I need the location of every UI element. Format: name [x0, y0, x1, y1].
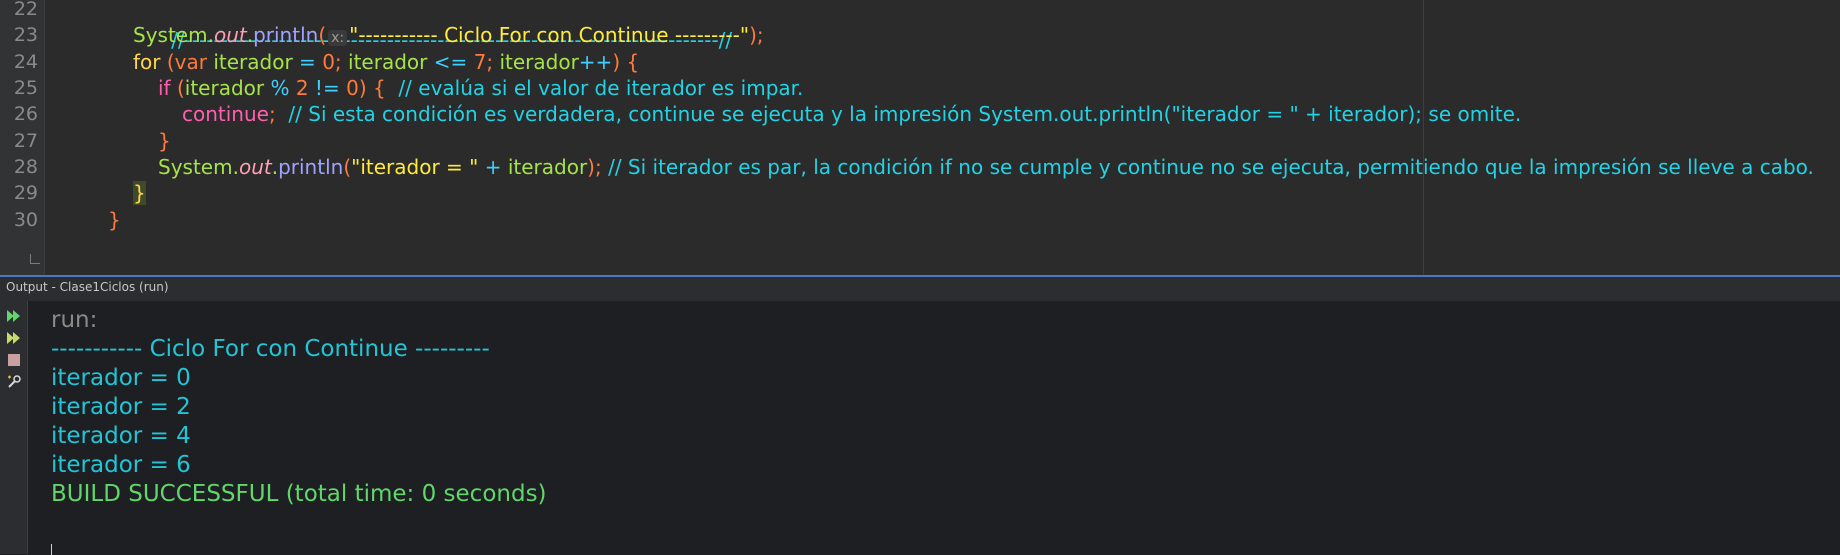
parameter-hint: x:	[328, 30, 348, 46]
token: 0	[346, 76, 359, 100]
code-editor[interactable]: 22 23 24 25 26 27 28 29 30 //-----------…	[0, 0, 1840, 275]
output-console[interactable]: run: ----------- Ciclo For con Continue …	[28, 301, 1840, 555]
token: {	[626, 50, 640, 74]
token: ;	[334, 50, 349, 74]
line-gutter: 22 23 24 25 26 27 28 29 30	[0, 0, 45, 275]
token: (	[343, 155, 352, 179]
token: println	[278, 155, 344, 179]
code-area[interactable]: //--------------------------------------…	[58, 0, 1840, 275]
build-status: BUILD SUCCESSFUL (total time: 0 seconds)	[51, 481, 547, 507]
token: )	[612, 50, 627, 74]
token: 0	[322, 50, 335, 74]
token: iterador	[184, 76, 265, 100]
token: (	[170, 76, 185, 100]
output-title: Output - Clase1Ciclos (run)	[6, 280, 169, 294]
token: ;	[268, 102, 276, 126]
keyword: var	[174, 50, 207, 74]
token: (	[318, 23, 327, 47]
token: %	[264, 76, 296, 100]
token: )	[749, 23, 757, 47]
token: <=	[427, 50, 474, 74]
token: ;	[486, 50, 500, 74]
token: iterador	[507, 155, 588, 179]
token: 2	[295, 76, 309, 100]
keyword: continue	[182, 102, 269, 126]
stop-icon[interactable]	[5, 351, 22, 368]
token: ;	[594, 155, 602, 179]
token: !=	[308, 76, 347, 100]
output-panel-header[interactable]: Output - Clase1Ciclos (run)	[0, 275, 1840, 301]
comment: // evalúa si el valor de iterador es imp…	[385, 76, 804, 100]
rerun-with-params-icon[interactable]	[5, 329, 22, 346]
token: {	[372, 76, 386, 100]
token: )	[587, 155, 595, 179]
token: out	[238, 155, 272, 179]
token: iterador	[207, 50, 293, 74]
token: System	[133, 23, 208, 47]
token: 7	[473, 50, 487, 74]
token: =	[292, 50, 323, 74]
code-line-30: }	[108, 205, 1840, 236]
comment: // Si iterador es par, la condición if n…	[601, 155, 1814, 179]
line-number: 30	[13, 209, 38, 231]
token: System	[158, 155, 233, 179]
keyword: for	[133, 50, 161, 74]
rerun-icon[interactable]	[5, 307, 22, 324]
token: }	[108, 208, 121, 232]
output-toolbar	[0, 301, 28, 554]
string-literal: "iterador = "	[351, 155, 479, 179]
keyword: if	[158, 76, 171, 100]
token: +	[478, 155, 508, 179]
token: out	[213, 23, 247, 47]
fold-end-icon[interactable]	[30, 254, 40, 264]
token: iterador	[499, 50, 579, 74]
token: ++	[578, 50, 613, 74]
text-caret	[51, 544, 52, 555]
token: println	[253, 23, 319, 47]
token: }	[158, 129, 171, 153]
token: )	[358, 76, 373, 100]
settings-icon[interactable]	[5, 373, 22, 390]
token: ;	[756, 23, 764, 47]
string-literal: "----------- Ciclo For con Continue ----…	[349, 23, 750, 47]
comment: // Si esta condición es verdadera, conti…	[275, 102, 1522, 126]
token: (	[160, 50, 175, 74]
matched-brace: }	[133, 181, 146, 205]
token: iterador	[348, 50, 428, 74]
